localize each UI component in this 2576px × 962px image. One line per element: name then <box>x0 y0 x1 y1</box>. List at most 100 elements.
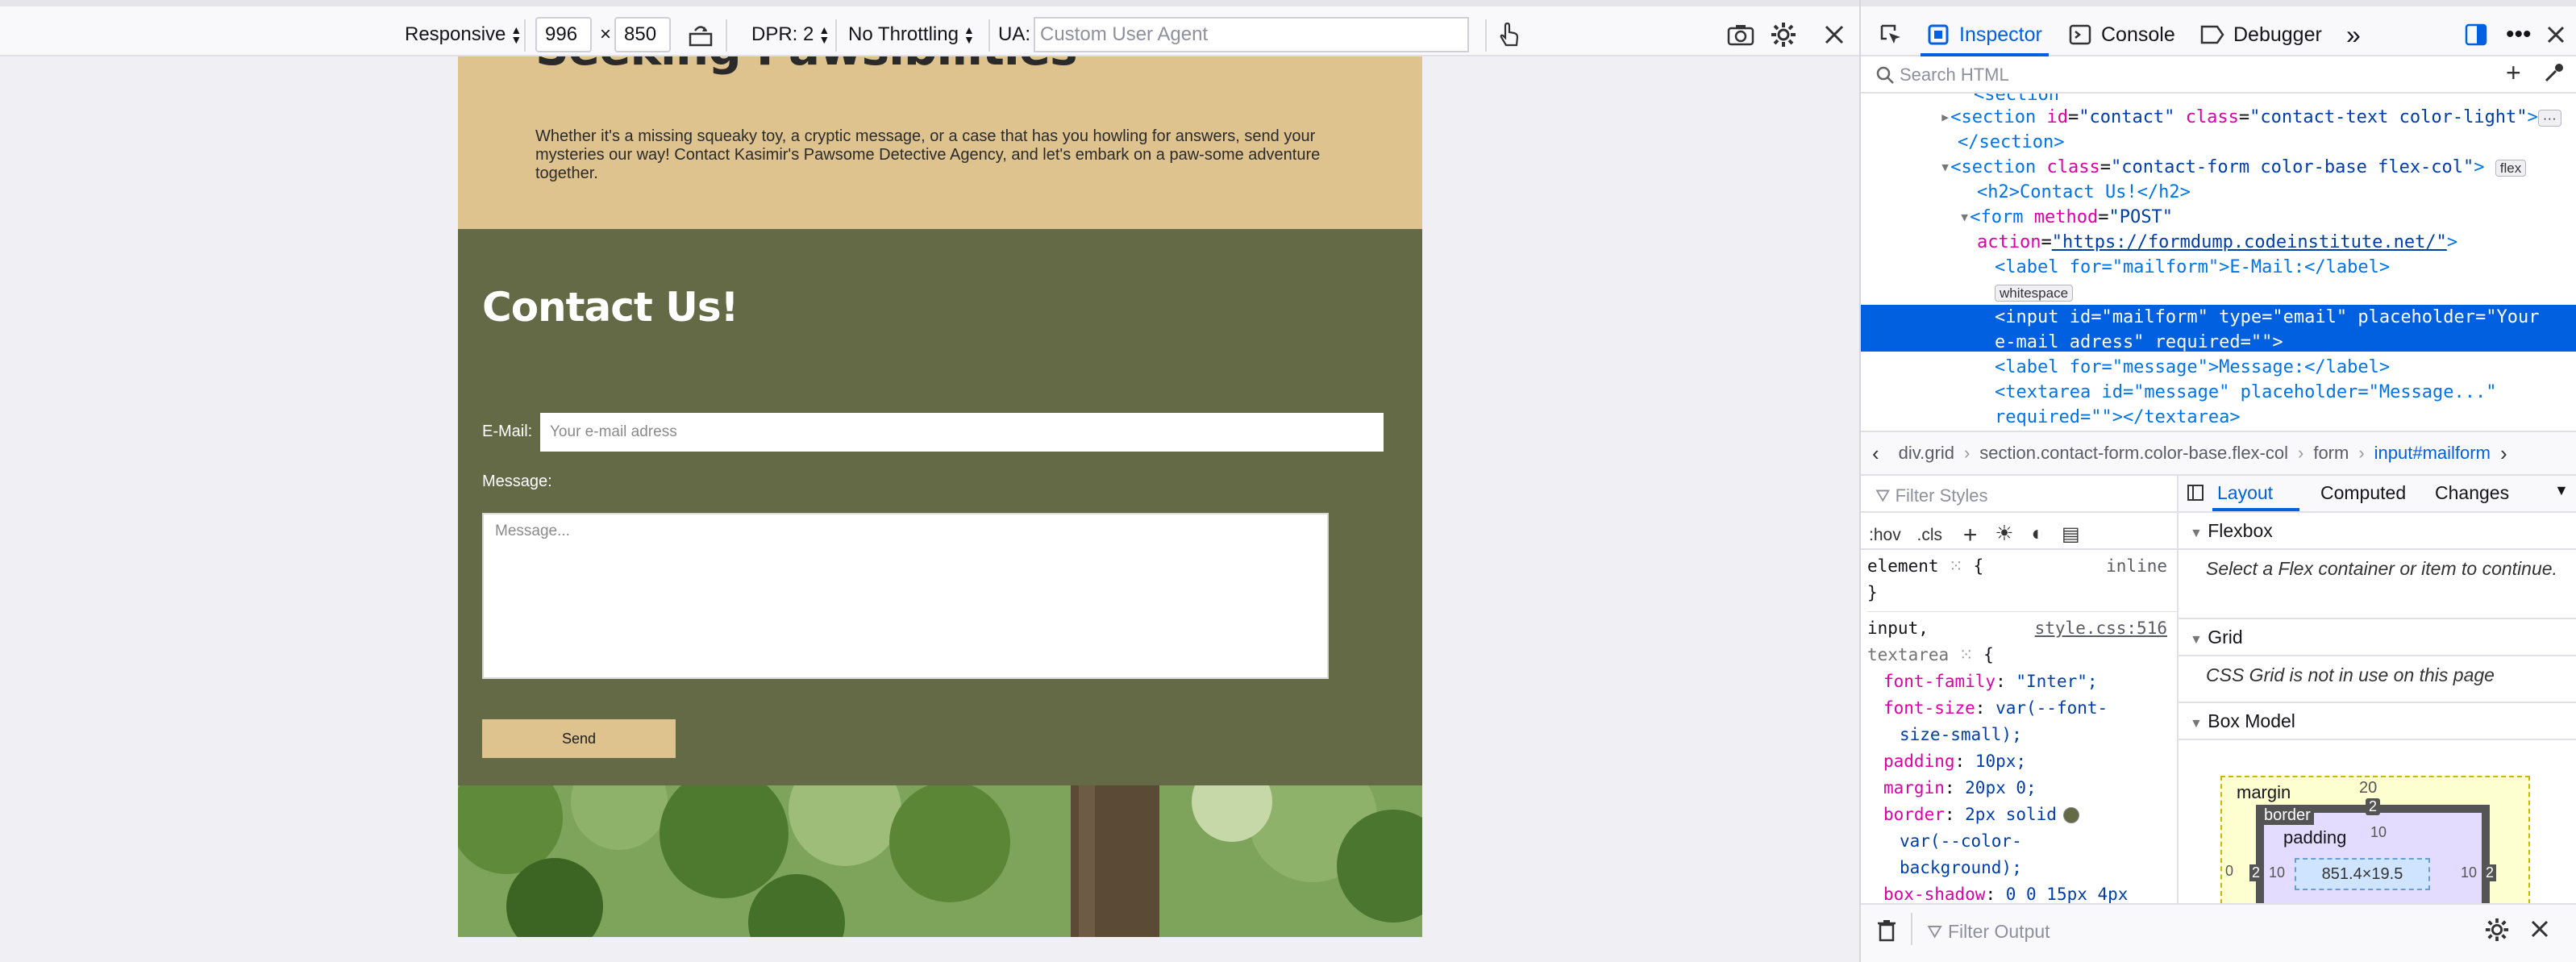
hero-paragraph: Whether it's a missing squeaky toy, a cr… <box>535 127 1321 182</box>
box-model-content[interactable]: 851.4×19.5 <box>2295 858 2430 890</box>
chevron-down-icon[interactable]: ▼ <box>2554 482 2569 499</box>
chevron-right-icon[interactable]: › <box>2500 441 2507 466</box>
markup-line[interactable]: <label for="message">Message:</label> <box>1995 355 2576 380</box>
css-declaration[interactable]: border: 2px solid <box>1867 802 2177 828</box>
message-textarea[interactable]: Message... <box>482 513 1329 679</box>
search-html-input[interactable]: Search HTML <box>1900 65 2009 85</box>
element-rule-close: } <box>1867 583 1878 602</box>
close-devtools-button[interactable] <box>2546 13 2566 56</box>
css-declaration[interactable]: margin: 20px 0; <box>1867 775 2177 802</box>
viewport-width-input[interactable]: 996 <box>535 17 592 52</box>
box-model-margin[interactable]: margin 20 0 border 2 2 2 padding 10 10 1… <box>2220 776 2530 903</box>
touch-simulation-button[interactable] <box>1496 13 1522 56</box>
close-split-console-button[interactable] <box>2530 919 2549 943</box>
toolbar-divider <box>988 19 990 52</box>
markup-line-selected[interactable]: <input id="mailform" type="email" placeh… <box>1861 305 2576 352</box>
markup-line[interactable]: action="https://formdump.codeinstitute.n… <box>1977 230 2576 255</box>
css-declaration[interactable]: font-size: var(--font- <box>1867 695 2177 722</box>
rule-source-link[interactable]: style.css:516 <box>2035 615 2167 642</box>
tab-computed[interactable]: Computed <box>2320 482 2406 504</box>
close-rdm-button[interactable] <box>1824 13 1845 56</box>
markup-line[interactable]: <textarea id="message" placeholder="Mess… <box>1995 380 2576 405</box>
filter-output-input[interactable]: Filter Output <box>1948 921 2050 943</box>
email-input[interactable]: Your e-mail adress <box>539 411 1385 453</box>
sun-icon: ☀ <box>1995 521 2014 545</box>
form-action-link[interactable]: "https://formdump.codeinstitute.net/" <box>2052 232 2447 252</box>
flexbox-section-header[interactable]: ▼ Flexbox <box>2179 513 2576 550</box>
expand-arrow-icon: ▸ <box>1940 107 1951 127</box>
flexbox-message: Select a Flex container or item to conti… <box>2179 550 2576 619</box>
tab-changes[interactable]: Changes <box>2435 482 2509 504</box>
grid-dots-icon: ⁙ <box>1958 645 1974 664</box>
breadcrumb-item-current[interactable]: input#mailform <box>2374 443 2491 464</box>
cls-toggle[interactable]: .cls <box>1917 526 1943 544</box>
box-model-border[interactable]: border 2 2 2 padding 10 10 10 851.4×19.5 <box>2249 798 2496 903</box>
whitespace-badge: whitespace <box>1995 285 2074 302</box>
close-icon <box>2531 920 2549 938</box>
plus-icon: + <box>2506 58 2521 87</box>
css-value: background); <box>1900 858 2022 877</box>
markup-line[interactable]: <h2>Contact Us!</h2> <box>1977 180 2576 205</box>
markup-line[interactable]: </section> <box>1958 130 2576 155</box>
throttling-selector[interactable]: No Throttling ▲ ▼ <box>848 13 975 56</box>
markup-line[interactable]: <label for="mailform">E-Mail:</label> <box>1995 255 2576 280</box>
color-swatch[interactable] <box>2062 807 2079 823</box>
chevron-left-icon[interactable]: ‹ <box>1872 441 1879 466</box>
light-scheme-toggle[interactable]: ☀ <box>1995 521 2013 545</box>
markup-line[interactable]: ▾<section class="contact-form color-base… <box>1940 155 2576 181</box>
clear-console-button[interactable] <box>1877 919 1896 947</box>
dpr-selector[interactable]: DPR: 2 ▲ ▼ <box>751 13 830 56</box>
emulated-page: Seeking Pawsibilities Whether it's a mis… <box>458 56 1422 937</box>
chevron-right-icon: › <box>2358 443 2365 463</box>
more-tabs-button[interactable]: » <box>2346 13 2361 56</box>
css-declaration[interactable]: var(--color- <box>1867 828 2177 855</box>
user-agent-input[interactable]: Custom User Agent <box>1034 17 1469 52</box>
markup-line[interactable]: ▾<form method="POST" <box>1959 205 2576 230</box>
markup-line[interactable]: ▸<section id="contact" class="contact-te… <box>1940 105 2576 131</box>
breadcrumb-item[interactable]: section.contact-form.color-base.flex-col <box>1979 443 2288 464</box>
css-declaration[interactable]: background); <box>1867 855 2177 881</box>
breadcrumb-item[interactable]: div.grid <box>1899 443 1954 464</box>
eyedropper-button[interactable] <box>2543 61 2566 89</box>
tab-console-label: Console <box>2101 23 2175 46</box>
css-declaration[interactable]: box-shadow: 0 0 15px 4px <box>1867 881 2177 903</box>
console-settings-button[interactable] <box>2485 918 2509 947</box>
send-button[interactable]: Send <box>482 719 676 758</box>
hov-toggle[interactable]: :hov <box>1869 526 1901 544</box>
dock-toggle-button[interactable] <box>2464 13 2488 56</box>
css-value: 10px; <box>1975 752 2027 771</box>
screenshot-button[interactable] <box>1727 13 1754 56</box>
breadcrumb-item[interactable]: form <box>2313 443 2349 464</box>
css-declaration[interactable]: size-small); <box>1867 722 2177 748</box>
rotate-viewport-button[interactable] <box>687 13 714 56</box>
eyedropper-icon <box>2545 64 2563 82</box>
add-rule-button[interactable]: + <box>1963 522 1978 548</box>
document-icon: ▤ <box>2061 523 2080 545</box>
css-property: box-shadow <box>1883 885 1986 903</box>
viewport-height-input[interactable]: 850 <box>614 17 671 52</box>
contact-heading: Contact Us! <box>482 284 739 331</box>
tab-layout[interactable]: Layout <box>2217 482 2273 504</box>
filter-styles-input[interactable]: Filter Styles <box>1896 485 1988 506</box>
devtools-menu-button[interactable]: ••• <box>2506 13 2532 56</box>
add-node-button[interactable]: + <box>2506 58 2521 88</box>
print-simulation-toggle[interactable]: ▤ <box>2062 523 2080 545</box>
css-declaration[interactable]: padding: 10px; <box>1867 748 2177 775</box>
boxmodel-section-header[interactable]: ▼ Box Model <box>2179 703 2576 740</box>
rules-panel: ⛛ Filter Styles :hov .cls + ☀ ◐ ▤ elemen… <box>1861 476 2179 903</box>
rdm-settings-button[interactable] <box>1771 13 1796 56</box>
sidebar-toggle-button[interactable] <box>2187 484 2204 506</box>
active-tab-indicator <box>2212 508 2299 511</box>
markup-line[interactable]: required=""></textarea> <box>1995 405 2576 430</box>
forest-image <box>458 785 1422 937</box>
flex-badge[interactable]: flex <box>2495 160 2527 177</box>
tab-console[interactable]: Console <box>2069 13 2175 56</box>
tab-debugger[interactable]: Debugger <box>2199 13 2322 56</box>
forest-photo-illustration <box>458 785 1422 937</box>
dark-scheme-toggle[interactable]: ◐ <box>2031 521 2044 545</box>
tab-inspector[interactable]: Inspector <box>1921 13 2049 56</box>
element-picker-button[interactable] <box>1879 13 1903 56</box>
css-declaration[interactable]: font-family: "Inter"; <box>1867 668 2177 695</box>
device-selector[interactable]: Responsive ▲ ▼ <box>405 13 522 56</box>
grid-section-header[interactable]: ▼ Grid <box>2179 619 2576 656</box>
